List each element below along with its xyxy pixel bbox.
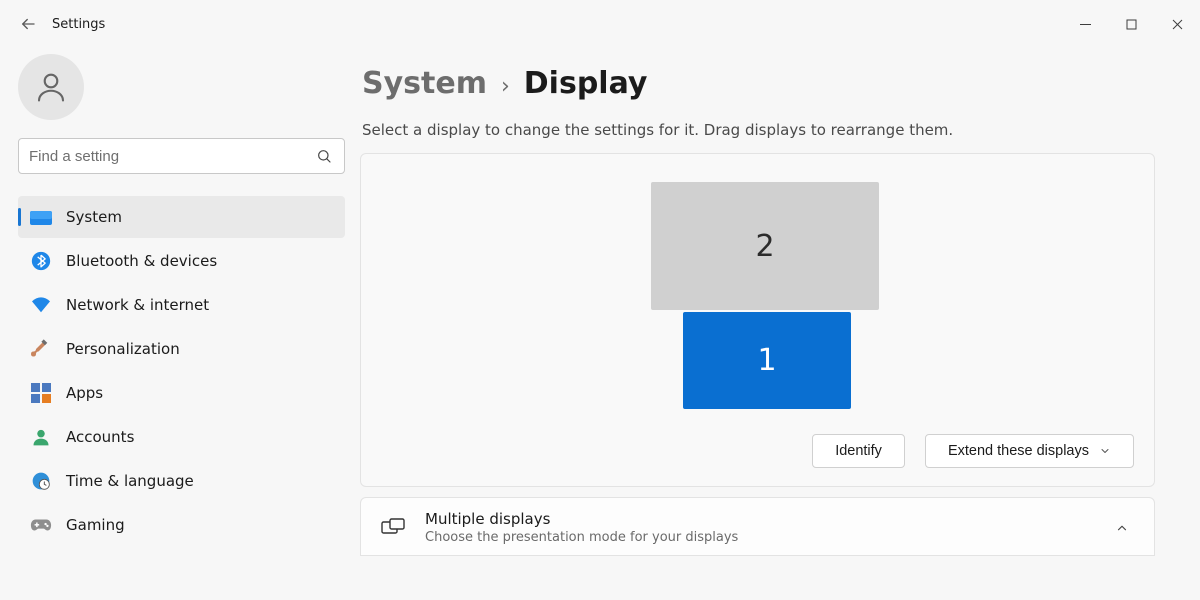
search-button[interactable] (307, 138, 341, 174)
display-arrangement-area[interactable]: 2 1 (381, 174, 1134, 424)
chevron-down-icon (1099, 445, 1111, 457)
section-title: Multiple displays (425, 510, 1108, 528)
nav-item-gaming[interactable]: Gaming (18, 504, 345, 546)
multiple-displays-icon (379, 514, 407, 542)
search-field-wrapper (18, 138, 345, 174)
nav-label: Gaming (66, 516, 125, 534)
nav-item-personalization[interactable]: Personalization (18, 328, 345, 370)
maximize-icon (1126, 19, 1137, 30)
nav-label: Accounts (66, 428, 134, 446)
breadcrumb-current: Display (524, 66, 648, 101)
display-arrangement-panel: 2 1 Identify Extend these displays (360, 153, 1155, 487)
system-icon (30, 206, 52, 228)
search-input[interactable] (18, 138, 345, 174)
minimize-button[interactable] (1062, 8, 1108, 40)
breadcrumb-parent[interactable]: System (362, 66, 487, 101)
chevron-right-icon: › (501, 74, 510, 99)
window-controls (1062, 8, 1200, 40)
sidebar: System Bluetooth & devices Network & int… (0, 48, 360, 600)
title-bar: Settings (0, 0, 1200, 48)
account-icon (30, 426, 52, 448)
wifi-icon (30, 294, 52, 316)
sidebar-nav: System Bluetooth & devices Network & int… (18, 196, 360, 546)
dropdown-label: Extend these displays (948, 443, 1089, 459)
nav-label: Bluetooth & devices (66, 252, 217, 270)
monitor-2[interactable]: 2 (651, 182, 879, 310)
arrow-left-icon (19, 15, 37, 33)
apps-icon (30, 382, 52, 404)
search-icon (316, 148, 332, 164)
section-text: Multiple displays Choose the presentatio… (425, 510, 1108, 545)
close-icon (1172, 19, 1183, 30)
nav-item-network[interactable]: Network & internet (18, 284, 345, 326)
paintbrush-icon (30, 338, 52, 360)
nav-item-bluetooth[interactable]: Bluetooth & devices (18, 240, 345, 282)
minimize-icon (1080, 19, 1091, 30)
main-content: System › Display Select a display to cha… (360, 48, 1200, 600)
nav-label: Apps (66, 384, 103, 402)
nav-item-system[interactable]: System (18, 196, 345, 238)
nav-label: System (66, 208, 122, 226)
maximize-button[interactable] (1108, 8, 1154, 40)
gamepad-icon (30, 514, 52, 536)
bluetooth-icon (30, 250, 52, 272)
breadcrumb: System › Display (362, 66, 1180, 101)
chevron-up-icon (1115, 521, 1129, 535)
user-avatar[interactable] (18, 54, 84, 120)
nav-label: Personalization (66, 340, 180, 358)
nav-item-apps[interactable]: Apps (18, 372, 345, 414)
nav-label: Network & internet (66, 296, 209, 314)
back-button[interactable] (8, 4, 48, 44)
identify-button[interactable]: Identify (812, 434, 905, 468)
window-title: Settings (52, 17, 105, 32)
monitor-label: 2 (755, 229, 774, 264)
page-subtitle: Select a display to change the settings … (362, 121, 1180, 139)
monitor-label: 1 (757, 343, 776, 378)
panel-actions: Identify Extend these displays (381, 434, 1134, 468)
globe-clock-icon (30, 470, 52, 492)
nav-item-time-language[interactable]: Time & language (18, 460, 345, 502)
close-button[interactable] (1154, 8, 1200, 40)
monitor-1[interactable]: 1 (683, 312, 851, 409)
nav-label: Time & language (66, 472, 194, 490)
multiple-displays-section[interactable]: Multiple displays Choose the presentatio… (360, 497, 1155, 556)
button-label: Identify (835, 443, 882, 459)
section-description: Choose the presentation mode for your di… (425, 530, 1108, 545)
display-mode-dropdown[interactable]: Extend these displays (925, 434, 1134, 468)
nav-item-accounts[interactable]: Accounts (18, 416, 345, 458)
person-icon (33, 69, 69, 105)
expand-toggle[interactable] (1108, 514, 1136, 542)
